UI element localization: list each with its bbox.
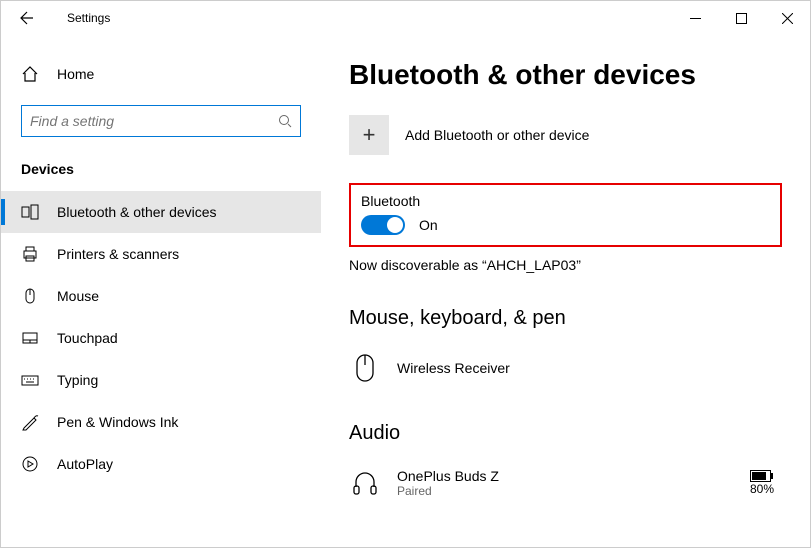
device-battery: 80% [750,470,782,496]
nav-label: Typing [57,372,98,388]
add-device-label: Add Bluetooth or other device [405,127,589,143]
bluetooth-toggle-section: Bluetooth On [349,183,782,247]
sidebar-item-pen[interactable]: Pen & Windows Ink [1,401,321,443]
device-name: OnePlus Buds Z [397,468,499,484]
mouse-icon [21,287,39,305]
battery-icon [750,470,774,482]
titlebar: Settings [1,1,810,35]
plus-icon: + [349,115,389,155]
pen-icon [21,413,39,431]
device-name: Wireless Receiver [397,360,510,376]
maximize-icon [736,13,747,24]
minimize-icon [690,13,701,24]
nav-label: Mouse [57,288,99,304]
window-title: Settings [67,11,110,25]
printer-icon [21,245,39,263]
bluetooth-devices-icon [21,203,39,221]
sidebar-item-bluetooth[interactable]: Bluetooth & other devices [1,191,321,233]
group-heading-audio: Audio [349,422,782,445]
window-controls [672,1,810,35]
battery-percent: 80% [750,482,774,496]
maximize-button[interactable] [718,1,764,35]
device-status: Paired [397,484,499,498]
discoverable-text: Now discoverable as “AHCH_LAP03” [349,257,782,273]
home-icon [21,65,39,83]
nav-label: Pen & Windows Ink [57,414,178,430]
content-pane: Bluetooth & other devices + Add Bluetoot… [321,35,810,547]
device-row[interactable]: OnePlus Buds Z Paired 80% [349,461,782,505]
nav-label: Bluetooth & other devices [57,204,217,220]
nav-label: AutoPlay [57,456,113,472]
keyboard-icon [21,371,39,389]
home-label: Home [57,66,94,82]
page-heading: Bluetooth & other devices [349,59,782,91]
sidebar-item-autoplay[interactable]: AutoPlay [1,443,321,485]
search-input[interactable] [30,113,278,129]
add-device-button[interactable]: + Add Bluetooth or other device [349,115,782,155]
sidebar-section-label: Devices [1,155,321,191]
nav-label: Touchpad [57,330,118,346]
search-icon [278,114,292,128]
close-button[interactable] [764,1,810,35]
bluetooth-state: On [419,217,438,233]
group-heading-mkp: Mouse, keyboard, & pen [349,307,782,330]
home-nav[interactable]: Home [1,55,321,93]
bluetooth-toggle[interactable] [361,215,405,235]
sidebar-item-mouse[interactable]: Mouse [1,275,321,317]
back-button[interactable] [7,1,47,35]
sidebar: Home Devices Bluetooth & other devices P… [1,35,321,547]
sidebar-item-typing[interactable]: Typing [1,359,321,401]
arrow-left-icon [19,10,35,26]
bluetooth-label: Bluetooth [361,193,770,209]
toggle-knob [387,217,403,233]
touchpad-icon [21,329,39,347]
headphones-icon [349,467,381,499]
sidebar-item-touchpad[interactable]: Touchpad [1,317,321,359]
close-icon [782,13,793,24]
search-box[interactable] [21,105,301,137]
sidebar-item-printers[interactable]: Printers & scanners [1,233,321,275]
device-row[interactable]: Wireless Receiver [349,346,782,390]
mouse-device-icon [349,352,381,384]
minimize-button[interactable] [672,1,718,35]
autoplay-icon [21,455,39,473]
nav-label: Printers & scanners [57,246,179,262]
